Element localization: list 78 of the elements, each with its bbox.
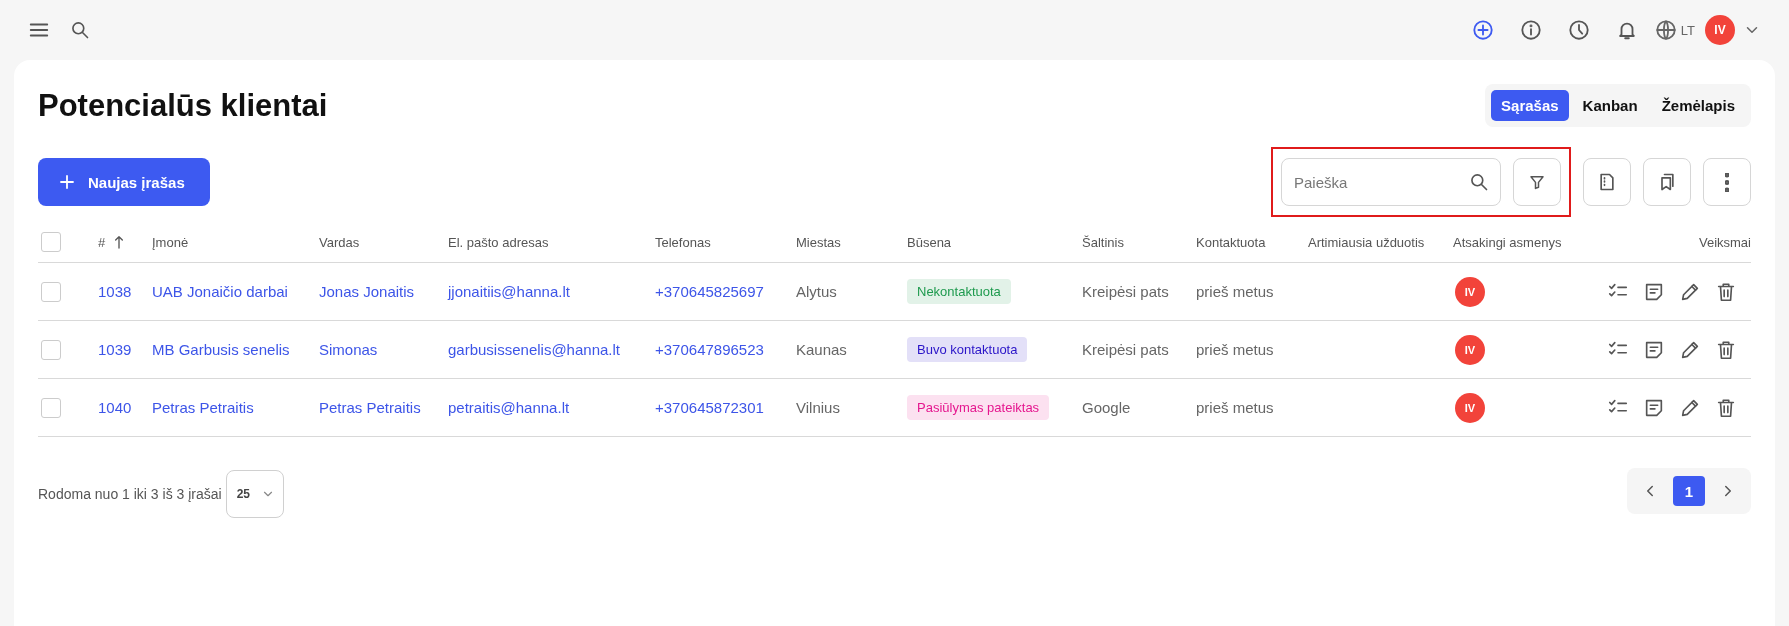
pluscircle-icon [1471, 19, 1494, 41]
search-icon [70, 20, 90, 40]
table-cell: Kreipėsi pats [1082, 283, 1169, 300]
table-cell[interactable]: 1040 [98, 399, 132, 416]
info-icon [1519, 19, 1542, 41]
checkbox[interactable] [41, 232, 61, 252]
plus-icon [58, 173, 76, 191]
view-tab[interactable]: Kanban [1572, 90, 1648, 121]
table-cell: Google [1082, 399, 1131, 416]
table-cell[interactable]: petraitis@hanna.lt [448, 399, 570, 416]
trash-icon [1715, 396, 1737, 419]
table-cell[interactable]: MB Garbusis senelis [152, 341, 290, 358]
delete-button[interactable] [1715, 280, 1737, 303]
table-cell[interactable]: garbusissenelis@hanna.lt [448, 341, 620, 358]
table-cell: Kreipėsi pats [1082, 341, 1169, 358]
table-cell[interactable]: Simonas [319, 341, 378, 358]
filter-icon [1528, 173, 1546, 191]
table-cell[interactable]: Petras Petraitis [152, 399, 254, 416]
table-cell[interactable]: 1039 [98, 341, 132, 358]
clock-icon [1567, 19, 1590, 41]
language-button[interactable]: LT [1650, 19, 1699, 41]
table-cell[interactable]: Petras Petraitis [319, 399, 421, 416]
status-badge: Pasiūlymas pateiktas [907, 395, 1050, 420]
table-cell[interactable]: +370645872301 [655, 399, 764, 416]
table-cell[interactable]: jjonaitiis@hanna.lt [448, 283, 570, 300]
page-title: Potencialūs klientai [38, 87, 328, 124]
trash-icon [1715, 280, 1737, 303]
assignee-avatar: IV [1455, 334, 1485, 365]
column-header: Kontaktuota [1196, 234, 1266, 250]
status-badge: Buvo kontaktuota [907, 337, 1028, 362]
table-cell: prieš metus [1196, 283, 1274, 300]
search-button[interactable] [70, 20, 90, 40]
table-cell[interactable]: +370645825697 [655, 283, 764, 300]
view-tab[interactable]: Sąrašas [1491, 90, 1569, 121]
checkbox[interactable] [41, 281, 61, 302]
table-cell: Alytus [796, 283, 837, 300]
table-cell: Kaunas [796, 341, 847, 358]
status-badge: Nekontaktuota [907, 279, 1011, 304]
column-header: Telefonas [655, 234, 711, 250]
table-cell[interactable]: Jonas Jonaitis [319, 283, 415, 300]
export-button[interactable] [1583, 158, 1631, 206]
search-icon [1469, 172, 1489, 192]
more-icon [1725, 172, 1729, 192]
delete-button[interactable] [1715, 338, 1737, 361]
column-header: Miestas [796, 234, 841, 250]
user-avatar[interactable]: IV [1705, 15, 1735, 45]
view-tab[interactable]: Žemėlapis [1651, 90, 1745, 121]
trash-icon [1715, 338, 1737, 361]
checkbox[interactable] [41, 339, 61, 360]
column-header: Veiksmai [1698, 234, 1751, 250]
records-summary: Rodoma nuo 1 iki 3 iš 3 įrašai [38, 486, 222, 502]
table-cell: prieš metus [1196, 341, 1274, 358]
column-header: Šaltinis [1082, 234, 1124, 250]
column-header[interactable]: # [98, 234, 106, 250]
assignee-avatar: IV [1455, 276, 1485, 307]
table-cell: prieš metus [1196, 399, 1274, 416]
checkbox[interactable] [41, 397, 61, 418]
column-header: Vardas [319, 234, 360, 250]
globe-icon [1654, 19, 1677, 41]
table-cell[interactable]: UAB Jonaičio darbai [152, 283, 288, 300]
column-header: Būsena [907, 234, 952, 250]
column-header: Įmonė [152, 234, 189, 250]
column-header: Atsakingi asmenys [1453, 234, 1562, 250]
page-size-select[interactable]: 25 [225, 470, 284, 518]
new-record-button[interactable]: Naujas įrašas [38, 158, 210, 206]
column-header: El. pašto adresas [448, 234, 549, 250]
table-cell[interactable]: 1038 [98, 283, 132, 300]
saved-views-button[interactable] [1643, 158, 1691, 206]
table-cell[interactable]: +370647896523 [655, 341, 764, 358]
delete-button[interactable] [1715, 396, 1737, 419]
column-header: Artimiausia užduotis [1308, 234, 1425, 250]
assignee-avatar: IV [1455, 392, 1485, 423]
filter-button[interactable] [1513, 158, 1561, 206]
search-field[interactable]: Paieška [1281, 158, 1501, 206]
page-button[interactable]: 1 [1673, 476, 1705, 506]
more-button[interactable] [1703, 158, 1751, 206]
file-icon [1597, 172, 1617, 192]
table-cell: Vilnius [796, 399, 840, 416]
